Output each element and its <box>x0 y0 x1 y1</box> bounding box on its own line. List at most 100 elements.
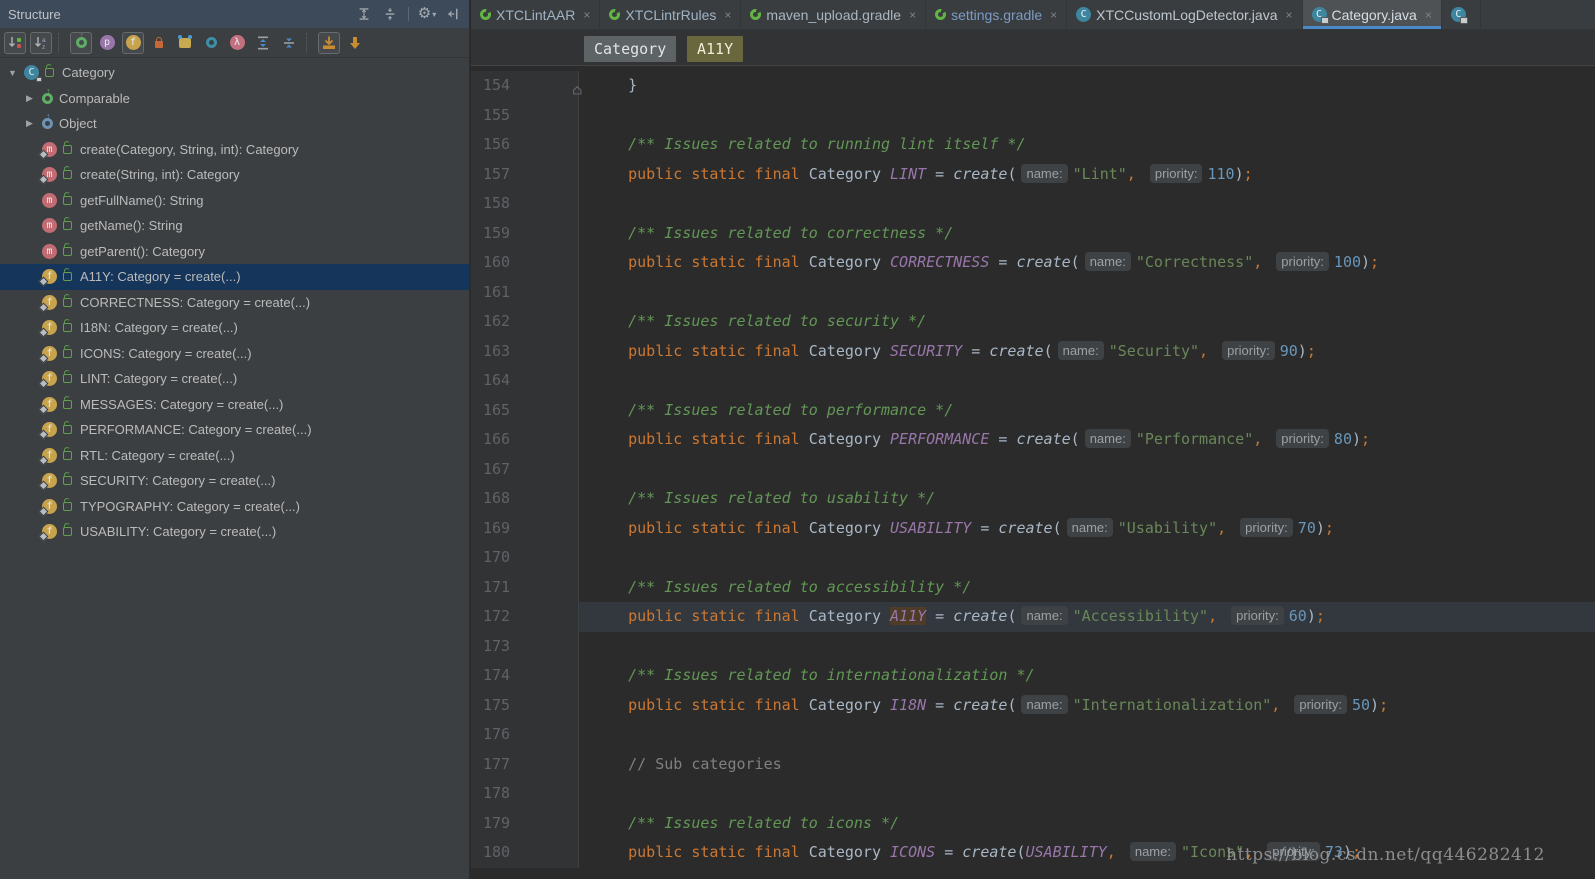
structure-node-security[interactable]: f SECURITY: Category = create(...) <box>0 468 469 494</box>
structure-node-lint[interactable]: f LINT: Category = create(...) <box>0 366 469 392</box>
code-line-content[interactable] <box>579 366 1595 396</box>
structure-node-performance[interactable]: f PERFORMANCE: Category = create(...) <box>0 417 469 443</box>
code-line-content[interactable]: public static final Category USABILITY =… <box>579 514 1595 544</box>
structure-node-create[interactable]: m create(String, int): Category <box>0 162 469 188</box>
structure-node-icons[interactable]: f ICONS: Category = create(...) <box>0 341 469 367</box>
collapse-rows-button[interactable] <box>278 32 300 54</box>
code-token: Category <box>799 843 891 861</box>
code-line-content[interactable] <box>579 720 1595 750</box>
view-options-gear-icon[interactable]: ⚙ ▾ <box>418 6 436 22</box>
structure-node-getname[interactable]: m getName(): String <box>0 213 469 239</box>
code-line-content[interactable]: /** Issues related to internationalizati… <box>579 661 1595 691</box>
code-line-content[interactable]: public static final Category CORRECTNESS… <box>579 248 1595 278</box>
code-line-content[interactable] <box>579 455 1595 485</box>
tab-close-icon[interactable]: × <box>1285 8 1292 22</box>
context-chip-a11y[interactable]: A11Y <box>687 36 744 62</box>
tab-close-icon[interactable]: × <box>909 8 916 22</box>
code-editor[interactable]: 154 } 155 156 /** Issues related to runnin… <box>471 67 1595 879</box>
code-line-content[interactable]: /** Issues related to accessibility */ <box>579 573 1595 603</box>
structure-node-comparable[interactable]: ▶ Comparable <box>0 86 469 112</box>
editor-tab-xtclintrrules[interactable]: XTCLintrRules × <box>600 0 742 29</box>
parameter-hint: priority: <box>1149 163 1203 183</box>
editor-tab-settings.gradle[interactable]: settings.gradle × <box>926 0 1068 29</box>
tab-label: XTCLintrRules <box>625 6 717 23</box>
code-line-content[interactable]: } <box>579 71 1595 101</box>
anonymous-class-icon <box>178 34 192 48</box>
structure-node-getfullname[interactable]: m getFullName(): String <box>0 188 469 214</box>
show-non-public-button[interactable] <box>148 32 170 54</box>
sort-alphabetically-button[interactable]: az <box>30 31 52 54</box>
editor-tab-xtccustomlogdetector.java[interactable]: C XTCCustomLogDetector.java × <box>1067 0 1303 29</box>
class-icon: C <box>24 65 42 83</box>
show-properties-button[interactable]: p <box>96 32 118 54</box>
structure-node-create[interactable]: m create(Category, String, int): Category <box>0 137 469 163</box>
collapse-all-icon[interactable] <box>382 6 398 22</box>
structure-node-rtl[interactable]: f RTL: Category = create(...) <box>0 443 469 469</box>
code-line: 165 /** Issues related to performance */ <box>471 395 1595 426</box>
code-line-content[interactable]: /** Issues related to running lint itsel… <box>579 130 1595 160</box>
code-token: create <box>1016 430 1071 448</box>
structure-toolbar: az pf λ <box>0 28 469 58</box>
structure-node-usability[interactable]: f USABILITY: Category = create(...) <box>0 519 469 545</box>
hide-tool-window-icon[interactable] <box>445 6 461 22</box>
structure-node-getparent[interactable]: m getParent(): Category <box>0 239 469 265</box>
tree-expand-arrow-icon[interactable]: ▼ <box>6 68 24 78</box>
structure-node-object[interactable]: ▶ Object <box>0 111 469 137</box>
code-line-content[interactable]: // Sub categories <box>579 750 1595 780</box>
tab-close-icon[interactable]: × <box>724 8 731 22</box>
line-number: 177 <box>471 749 579 779</box>
code-line-content[interactable]: public static final Category I18N = crea… <box>579 691 1595 721</box>
structure-node-a11y[interactable]: f A11Y: Category = create(...) <box>0 264 469 290</box>
structure-node-correctness[interactable]: f CORRECTNESS: Category = create(...) <box>0 290 469 316</box>
code-line-content[interactable]: public static final Category A11Y = crea… <box>579 602 1595 632</box>
code-line-content[interactable] <box>579 543 1595 573</box>
code-line: 179 /** Issues related to icons */ <box>471 808 1595 839</box>
code-line-content[interactable]: /** Issues related to security */ <box>579 307 1595 337</box>
code-token: public static final <box>628 430 800 448</box>
public-visibility-icon <box>63 323 72 333</box>
show-anonymous-classes-button[interactable] <box>174 32 196 54</box>
editor-tab-partial[interactable]: C <box>1442 0 1481 29</box>
context-chip-category[interactable]: Category <box>584 36 677 62</box>
scroll-to-source-button[interactable] <box>318 31 340 54</box>
show-scope-button[interactable] <box>200 32 222 54</box>
parameter-hint: name: <box>1066 517 1113 537</box>
parameter-hint: name: <box>1021 694 1068 714</box>
show-lambdas-button[interactable]: λ <box>226 32 248 54</box>
code-token: create <box>962 843 1017 861</box>
code-line-content[interactable]: /** Issues related to icons */ <box>579 809 1595 839</box>
code-line-content[interactable]: public static final Category SECURITY = … <box>579 337 1595 367</box>
structure-node-category[interactable]: ▼ C Category <box>0 60 469 86</box>
show-inherited-button[interactable] <box>70 31 92 54</box>
code-line-content[interactable]: /** Issues related to usability */ <box>579 484 1595 514</box>
tree-expand-arrow-icon[interactable]: ▶ <box>24 93 42 104</box>
code-line-content[interactable] <box>579 779 1595 809</box>
editor-tab-category.java[interactable]: C Category.java × <box>1302 0 1442 29</box>
structure-node-i18n[interactable]: f I18N: Category = create(...) <box>0 315 469 341</box>
code-line-content[interactable]: public static final Category LINT = crea… <box>579 160 1595 190</box>
editor-tab-xtclintaar[interactable]: XTCLintAAR × <box>471 0 601 29</box>
tab-close-icon[interactable]: × <box>583 8 590 22</box>
tab-close-icon[interactable]: × <box>1425 8 1432 22</box>
code-line-content[interactable] <box>579 101 1595 131</box>
code-line-content[interactable]: /** Issues related to performance */ <box>579 396 1595 426</box>
editor-tab-maven_upload.gradle[interactable]: maven_upload.gradle × <box>741 0 927 29</box>
code-line-content[interactable] <box>579 189 1595 219</box>
code-token: } <box>592 76 638 94</box>
structure-node-typography[interactable]: f TYPOGRAPHY: Category = create(...) <box>0 494 469 520</box>
structure-node-messages[interactable]: f MESSAGES: Category = create(...) <box>0 392 469 418</box>
code-line-content[interactable]: /** Issues related to correctness */ <box>579 219 1595 249</box>
code-line-content[interactable] <box>579 278 1595 308</box>
line-number: 170 <box>471 543 579 573</box>
autoscroll-from-source-button[interactable] <box>344 32 366 54</box>
expand-all-icon[interactable] <box>356 6 372 22</box>
class-hierarchy-icon <box>42 112 53 130</box>
tree-expand-arrow-icon[interactable]: ▶ <box>24 118 42 129</box>
tab-close-icon[interactable]: × <box>1050 8 1057 22</box>
expand-rows-button[interactable] <box>252 32 274 54</box>
sort-by-visibility-button[interactable] <box>4 31 26 54</box>
code-line-content[interactable]: public static final Category PERFORMANCE… <box>579 425 1595 455</box>
code-line-content[interactable] <box>579 632 1595 662</box>
show-fields-button[interactable]: f <box>122 31 144 54</box>
